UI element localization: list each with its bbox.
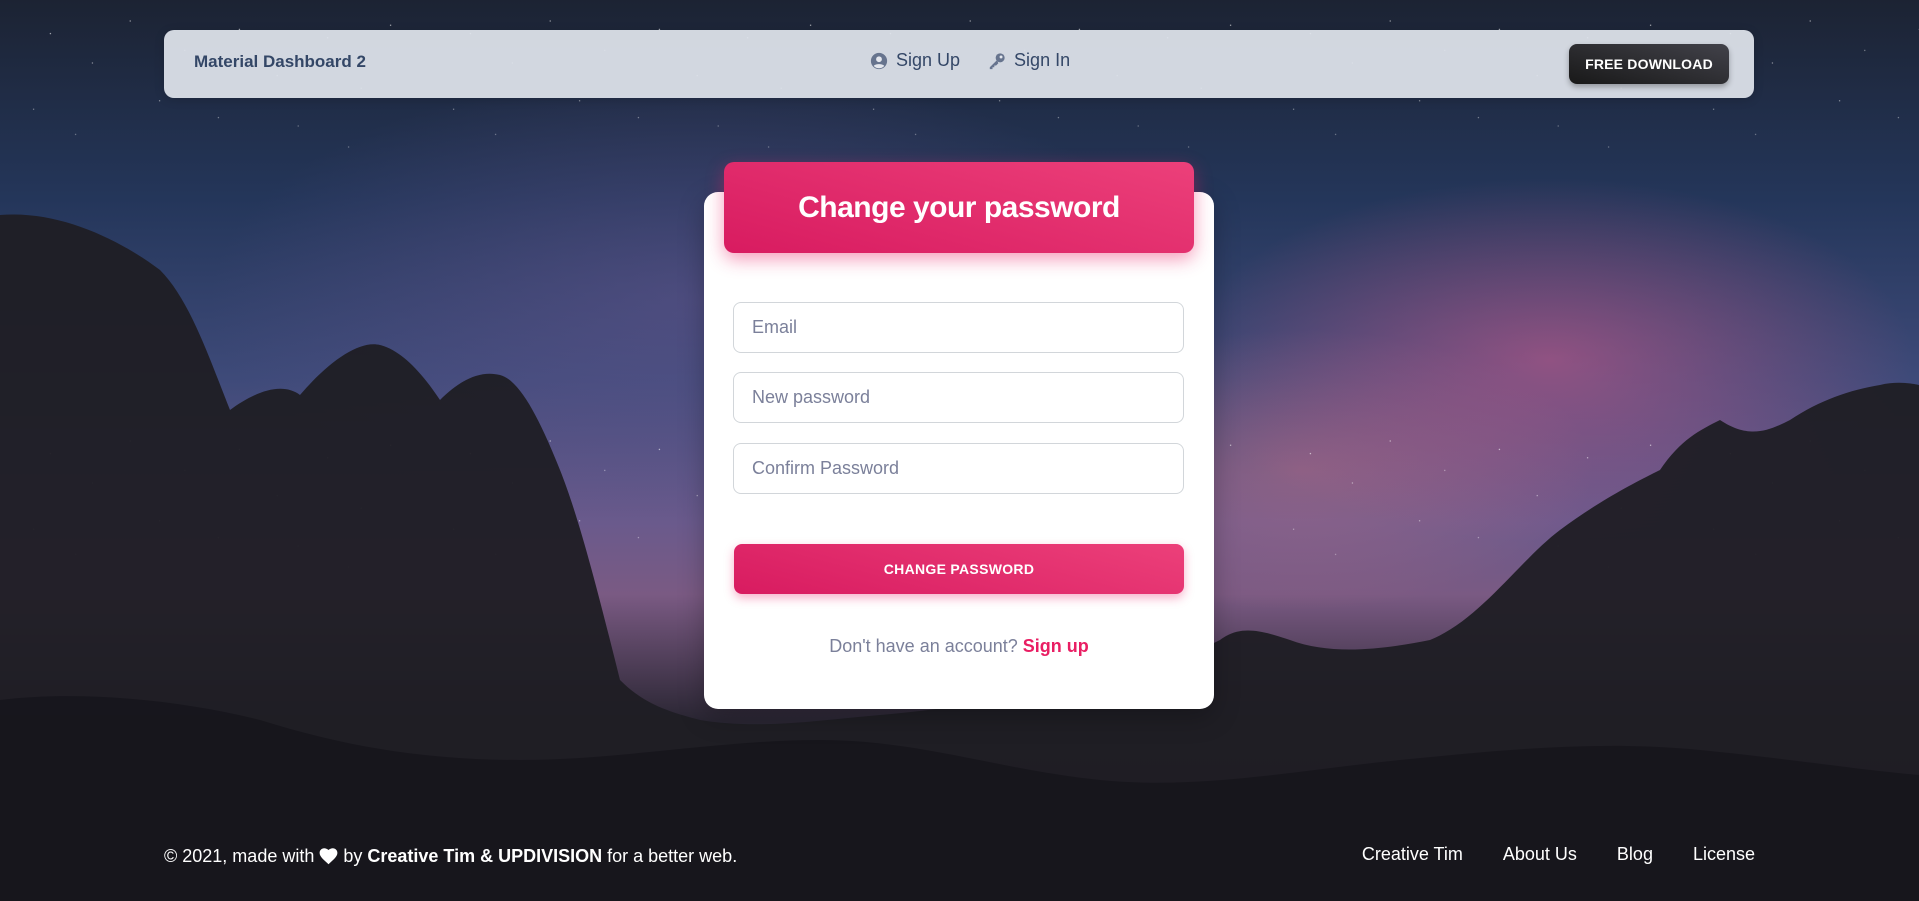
- copyright-prefix: © 2021, made with: [164, 846, 315, 866]
- footer-link-blog[interactable]: Blog: [1617, 844, 1653, 865]
- copyright-suffix: for a better web.: [607, 846, 738, 866]
- footer-links: Creative Tim About Us Blog License: [1362, 844, 1755, 865]
- nav-link-label: Sign In: [1014, 50, 1071, 70]
- brand-title[interactable]: Material Dashboard 2: [194, 52, 366, 72]
- card-header: Change your password: [724, 162, 1194, 253]
- nav-link-label: Sign Up: [896, 50, 961, 70]
- footer-link-license[interactable]: License: [1693, 844, 1755, 865]
- change-password-button[interactable]: CHANGE PASSWORD: [734, 544, 1184, 594]
- footer-copyright: © 2021, made with by Creative Tim & UPDI…: [164, 846, 737, 867]
- free-download-button[interactable]: FREE DOWNLOAD: [1569, 44, 1729, 84]
- signup-prompt-line: Don't have an account? Sign up: [704, 636, 1214, 657]
- key-icon: [989, 52, 1005, 69]
- nav-links: Sign Up Sign In: [870, 50, 1070, 71]
- signup-link[interactable]: Sign up: [1023, 636, 1089, 656]
- copyright-by: by: [343, 846, 363, 866]
- footer-link-about-us[interactable]: About Us: [1503, 844, 1577, 865]
- nav-link-sign-up[interactable]: Sign Up: [870, 50, 960, 71]
- card-title: Change your password: [798, 190, 1120, 224]
- confirm-password-field[interactable]: [733, 443, 1184, 494]
- heart-icon: [319, 848, 338, 865]
- footer-link-creative-tim[interactable]: Creative Tim: [1362, 844, 1463, 865]
- user-circle-icon: [870, 52, 888, 69]
- top-navbar: Material Dashboard 2 Sign Up Sign In FRE…: [164, 30, 1754, 98]
- signup-prompt-text: Don't have an account?: [829, 636, 1018, 656]
- email-field[interactable]: [733, 302, 1184, 353]
- authors-link[interactable]: Creative Tim & UPDIVISION: [367, 846, 602, 867]
- new-password-field[interactable]: [733, 372, 1184, 423]
- nav-link-sign-in[interactable]: Sign In: [988, 50, 1070, 71]
